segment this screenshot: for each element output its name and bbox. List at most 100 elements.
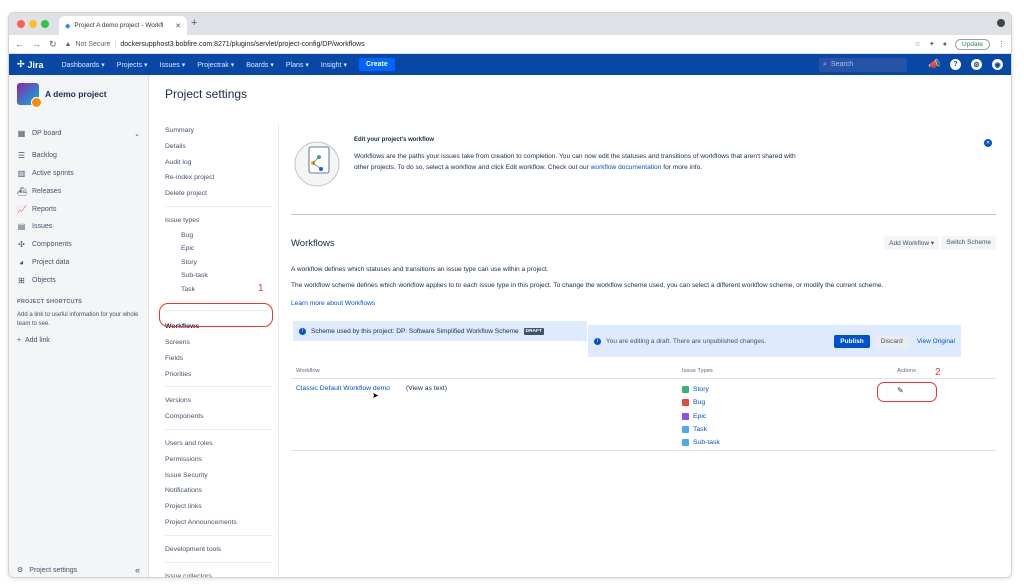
bug-icon [682, 399, 689, 407]
sidebar-item-label: Backlog [32, 152, 57, 160]
nav-dashboards[interactable]: Dashboards ▾ [62, 61, 105, 69]
add-link-label: Add link [24, 337, 50, 345]
close-window-button[interactable] [17, 20, 25, 28]
nav-insight[interactable]: Insight ▾ [321, 61, 347, 69]
collapse-sidebar-icon[interactable]: « [135, 565, 140, 575]
update-button[interactable]: Update [955, 38, 990, 50]
nav-projectrak[interactable]: Projectrak ▾ [197, 61, 234, 69]
settings-nav-summary[interactable]: Summary [165, 123, 278, 139]
close-tab-icon[interactable]: ✕ [175, 22, 181, 30]
discard-button[interactable]: Discard [874, 334, 909, 348]
settings-nav-components[interactable]: Components [165, 409, 278, 425]
minimize-window-button[interactable] [29, 20, 37, 28]
megaphone-icon[interactable]: 📣 [928, 59, 940, 70]
project-sidebar: A demo project ▦ DP board ⌄ ☰ Backlog ▥ Ac… [9, 75, 149, 577]
star-icon[interactable]: ☆ [915, 40, 921, 48]
project-header[interactable]: A demo project [9, 75, 148, 111]
divider [165, 429, 273, 431]
settings-nav: Summary Details Audit log Re-index proje… [165, 123, 279, 577]
sidebar-item-label: Reports [32, 205, 57, 213]
forward-icon[interactable]: → [32, 39, 41, 49]
sidebar-item-issues[interactable]: ▤ Issues [9, 218, 148, 236]
workflow-documentation-link[interactable]: workflow documentation [591, 164, 662, 171]
avatar[interactable]: ◉ [992, 59, 1003, 70]
edit-pencil-icon[interactable]: ✎ [897, 386, 904, 395]
settings-nav-issue-type-epic[interactable]: Epic [165, 242, 278, 256]
settings-nav-announcements[interactable]: Project Announcements [165, 515, 278, 531]
issues-icon: ▤ [17, 222, 26, 232]
list-item[interactable]: Epic [682, 410, 720, 423]
learn-more-link[interactable]: Learn more about Workflows [291, 300, 375, 307]
nav-boards[interactable]: Boards ▾ [246, 61, 274, 69]
sidebar-item-backlog[interactable]: ☰ Backlog [9, 147, 148, 165]
story-icon [682, 386, 689, 394]
jira-logo[interactable]: ✢ Jira [17, 59, 44, 70]
browser-tab[interactable]: ◆ Project A demo project - Workfl ✕ [59, 16, 187, 35]
profile-icon[interactable]: ● [943, 41, 947, 48]
settings-nav-fields[interactable]: Fields [165, 351, 278, 367]
subtask-icon [682, 439, 689, 447]
create-button[interactable]: Create [358, 58, 395, 71]
settings-nav-issue-collectors[interactable]: Issue collectors [165, 569, 278, 577]
task-icon [682, 426, 689, 434]
add-link-button[interactable]: + Add link [9, 331, 148, 350]
publish-button[interactable]: Publish [834, 334, 870, 348]
divider [165, 205, 273, 207]
settings-nav-users-roles[interactable]: Users and roles [165, 436, 278, 452]
nav-issues[interactable]: Issues ▾ [160, 61, 186, 69]
settings-nav-versions[interactable]: Versions [165, 393, 278, 409]
search-placeholder: Search [830, 61, 854, 68]
sidebar-item-active-sprints[interactable]: ▥ Active sprints [9, 165, 148, 183]
sidebar-item-reports[interactable]: 📈 Reports [9, 200, 148, 218]
sidebar-item-objects[interactable]: ⊞ Objects [9, 271, 148, 289]
chevron-down-icon: ⌄ [134, 130, 140, 138]
settings-nav-permissions[interactable]: Permissions [165, 452, 278, 468]
column-header-workflow: Workflow [296, 368, 320, 374]
search-icon: ⌕ [823, 60, 827, 68]
search-input[interactable]: ⌕ Search [819, 57, 907, 72]
back-icon[interactable]: ← [15, 39, 24, 49]
sidebar-item-project-data[interactable]: ◕ Project data [9, 254, 148, 272]
new-tab-button[interactable]: + [191, 17, 197, 29]
settings-nav-issue-type-story[interactable]: Story [165, 256, 278, 270]
extensions-icon[interactable]: ✦ [929, 40, 935, 48]
settings-nav-dev-tools[interactable]: Development tools [165, 542, 278, 558]
settings-nav-notifications[interactable]: Notifications [165, 483, 278, 499]
settings-nav-screens[interactable]: Screens [165, 335, 278, 351]
list-item[interactable]: Task [682, 423, 720, 436]
zoom-window-button[interactable] [41, 20, 49, 28]
pie-icon: ◕ [19, 257, 24, 267]
add-workflow-button[interactable]: Add Workflow ▾ [884, 236, 940, 250]
gear-icon[interactable]: ⚙ [971, 59, 982, 70]
plus-icon: + [17, 337, 22, 345]
settings-nav-details[interactable]: Details [165, 139, 278, 155]
close-banner-icon[interactable]: ✕ [984, 139, 992, 147]
workflow-illustration [294, 141, 340, 187]
settings-nav-reindex[interactable]: Re-index project [165, 170, 278, 186]
switch-scheme-button[interactable]: Switch Scheme [941, 236, 996, 250]
url-field[interactable]: ▲ Not Secure | dockersupphost3.bobfire.c… [65, 41, 365, 48]
settings-nav-priorities[interactable]: Priorities [165, 367, 278, 383]
browser-window: ◆ Project A demo project - Workfl ✕ + ← … [8, 12, 1012, 578]
sidebar-footer[interactable]: ⚙ Project settings « [9, 565, 148, 575]
settings-nav-issue-security[interactable]: Issue Security [165, 468, 278, 484]
nav-plans[interactable]: Plans ▾ [286, 61, 309, 69]
help-icon[interactable]: ? [950, 59, 961, 70]
settings-nav-issue-type-bug[interactable]: Bug [165, 229, 278, 243]
settings-nav-issue-type-subtask[interactable]: Sub-task [165, 269, 278, 283]
sidebar-item-releases[interactable]: ⛴ Releases [9, 182, 148, 200]
settings-nav-audit-log[interactable]: Audit log [165, 155, 278, 171]
view-as-text-link[interactable]: (View as text) [406, 385, 447, 392]
settings-nav-issue-types[interactable]: Issue types [165, 213, 278, 229]
nav-projects[interactable]: Projects ▾ [117, 61, 148, 69]
reload-icon[interactable]: ↻ [49, 39, 57, 50]
sidebar-item-board[interactable]: ▦ DP board ⌄ [9, 125, 148, 143]
sidebar-item-components[interactable]: ✣ Components [9, 236, 148, 254]
view-original-link[interactable]: View Original [917, 338, 955, 345]
list-item[interactable]: Sub-task [682, 436, 720, 449]
list-item[interactable]: Story [682, 383, 720, 396]
list-item[interactable]: Bug [682, 396, 720, 409]
settings-nav-project-links[interactable]: Project links [165, 499, 278, 515]
settings-nav-delete-project[interactable]: Delete project [165, 186, 278, 202]
menu-icon[interactable]: ⋮ [998, 40, 1005, 48]
